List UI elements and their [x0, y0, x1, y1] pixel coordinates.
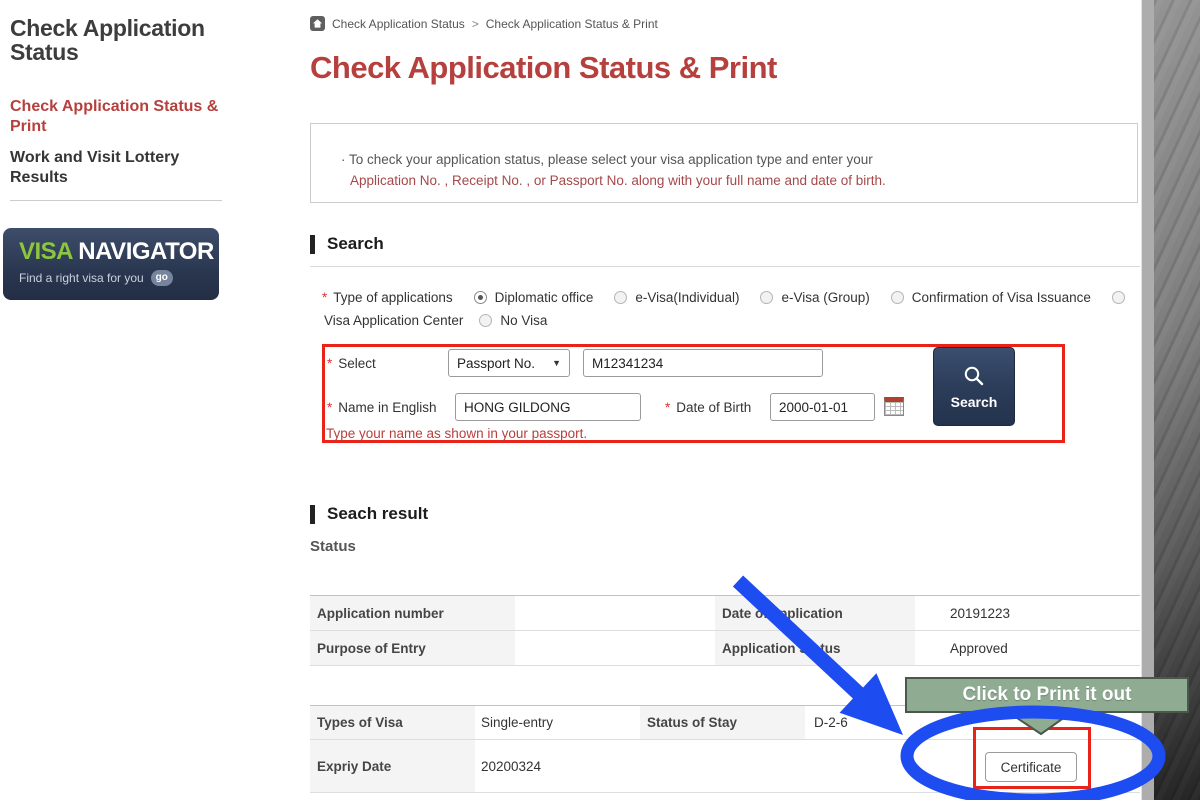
sidebar-nav: Check Application Status & Print Work an… — [10, 97, 228, 199]
info-box: · To check your application status, plea… — [310, 123, 1138, 203]
th-application-status: Application Status — [715, 631, 915, 665]
radio-label: e-Visa (Group) — [781, 290, 869, 305]
result-section-header: Seach result — [310, 504, 428, 524]
visa-navigator-subtitle: Find a right visa for you — [19, 271, 144, 285]
result-section-title: Seach result — [327, 504, 428, 524]
radio-label: Confirmation of Visa Issuance — [912, 290, 1091, 305]
dob-label: *Date of Birth — [665, 400, 751, 415]
th-date-of-application: Date of application — [715, 596, 915, 630]
td-application-number — [515, 596, 715, 630]
radio-icon[interactable] — [479, 314, 492, 327]
annotation-red-rectangle-certificate — [973, 727, 1091, 789]
search-button-label: Search — [951, 394, 998, 410]
sidebar-divider — [10, 200, 222, 201]
calendar-icon[interactable] — [884, 397, 904, 416]
name-input[interactable] — [455, 393, 641, 421]
search-type-select[interactable]: Passport No. ▼ — [448, 349, 570, 377]
section-bar — [310, 235, 315, 254]
th-types-of-visa: Types of Visa — [310, 706, 475, 739]
td-types-of-visa: Single-entry — [475, 706, 640, 739]
search-button[interactable]: Search — [933, 347, 1015, 426]
th-expiry-date: Expriy Date — [310, 740, 475, 792]
breadcrumb: Check Application Status > Check Applica… — [310, 16, 658, 31]
info-line-1: · To check your application status, plea… — [341, 150, 1137, 171]
th-application-number: Application number — [310, 596, 515, 630]
passport-name-hint: Type your name as shown in your passport… — [326, 426, 587, 441]
required-marker: * — [322, 290, 327, 305]
radio-confirmation-visa-issuance[interactable]: Confirmation of Visa Issuance — [891, 290, 1091, 305]
annotation-tooltip-print: Click to Print it out — [905, 677, 1189, 713]
radio-icon[interactable] — [474, 291, 487, 304]
radio-icon[interactable] — [614, 291, 627, 304]
form-divider — [310, 266, 1140, 267]
breadcrumb-item-2[interactable]: Check Application Status & Print — [486, 17, 658, 31]
radio-evisa-individual[interactable]: e-Visa(Individual) — [614, 290, 739, 305]
section-bar — [310, 505, 315, 524]
td-date-of-application: 20191223 — [915, 596, 1140, 630]
chevron-down-icon: ▼ — [552, 358, 561, 368]
breadcrumb-item-1[interactable]: Check Application Status — [332, 17, 465, 31]
visa-word: VISA — [19, 238, 72, 265]
info-line-2: Application No. , Receipt No. , or Passp… — [341, 171, 1137, 192]
home-icon[interactable] — [310, 16, 325, 31]
breadcrumb-separator: > — [472, 17, 479, 31]
application-type-row: *Type of applications Diplomatic office … — [322, 290, 1125, 305]
radio-diplomatic-office[interactable]: Diplomatic office — [474, 290, 594, 305]
visa-navigator-subtitle-row: Find a right visa for you go — [19, 270, 219, 286]
select-label: *Select — [327, 356, 376, 371]
visa-application-center-label[interactable]: Visa Application Center — [324, 313, 463, 328]
go-button[interactable]: go — [151, 270, 173, 286]
td-purpose-of-entry — [515, 631, 715, 665]
name-label: *Name in English — [327, 400, 437, 415]
navigator-word: NAVIGATOR — [78, 238, 214, 265]
visa-navigator-banner[interactable]: VISA NAVIGATOR Find a right visa for you… — [3, 228, 219, 300]
application-type-row-2: Visa Application Center No Visa — [324, 313, 547, 328]
td-application-status: Approved — [915, 631, 1140, 665]
table-row: Purpose of Entry Application Status Appr… — [310, 631, 1140, 666]
th-purpose-of-entry: Purpose of Entry — [310, 631, 515, 665]
radio-visa-application-center[interactable] — [1112, 291, 1125, 304]
radio-icon[interactable] — [891, 291, 904, 304]
search-icon — [962, 364, 986, 388]
passport-number-input[interactable] — [583, 349, 823, 377]
search-section-header: Search — [310, 234, 384, 254]
select-value: Passport No. — [457, 356, 535, 371]
type-of-applications-label: *Type of applications — [322, 290, 453, 305]
th-status-of-stay: Status of Stay — [640, 706, 805, 739]
sidebar-item-lottery-results[interactable]: Work and Visit Lottery Results — [10, 148, 228, 188]
table-row: Application number Date of application 2… — [310, 596, 1140, 631]
dob-input[interactable] — [770, 393, 875, 421]
radio-icon[interactable] — [760, 291, 773, 304]
sidebar-title: Check Application Status — [10, 16, 228, 64]
visa-navigator-title: VISA NAVIGATOR — [19, 238, 219, 266]
status-label: Status — [310, 538, 356, 555]
sidebar-item-check-status-print[interactable]: Check Application Status & Print — [10, 97, 228, 137]
radio-label: No Visa — [500, 313, 547, 328]
status-table-1: Application number Date of application 2… — [310, 595, 1140, 666]
radio-no-visa[interactable]: No Visa — [479, 313, 547, 328]
sidebar: Check Application Status Check Applicati… — [10, 16, 228, 64]
radio-label: e-Visa(Individual) — [635, 290, 739, 305]
radio-evisa-group[interactable]: e-Visa (Group) — [760, 290, 869, 305]
page-title: Check Application Status & Print — [310, 50, 777, 86]
radio-label: Diplomatic office — [495, 290, 594, 305]
search-section-title: Search — [327, 234, 384, 254]
